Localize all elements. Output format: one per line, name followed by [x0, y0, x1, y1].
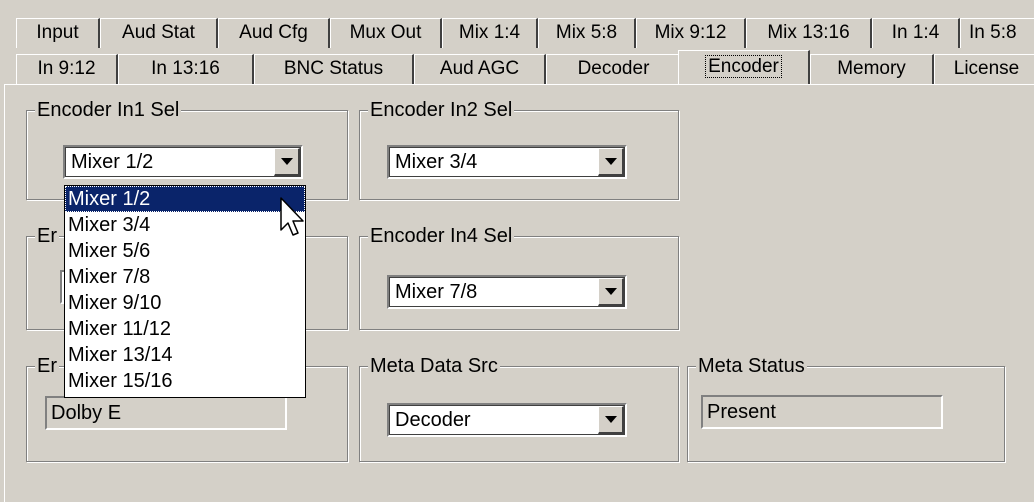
select-value: Mixer 7/8	[395, 281, 478, 303]
tab-in-9-12[interactable]: In 9:12	[16, 54, 118, 84]
select-value: Mixer 1/2	[71, 151, 154, 173]
dropdown-option[interactable]: Mixer 13/14	[65, 342, 305, 368]
dropdown-option[interactable]: Mixer 11/12	[65, 316, 305, 342]
chevron-down-icon	[605, 158, 617, 165]
group-title: Encoder In2 Sel	[368, 98, 515, 122]
arrow-cursor-icon	[280, 197, 304, 236]
meta-data-src-select[interactable]: Decoder	[387, 403, 627, 437]
encoder-format-field: Dolby E	[45, 396, 287, 430]
group-title: Er	[35, 354, 59, 378]
dropdown-option[interactable]: Mixer 3/4	[65, 212, 305, 238]
dropdown-option[interactable]: Mixer 9/10	[65, 290, 305, 316]
tab-decoder[interactable]: Decoder	[546, 54, 682, 84]
tab-aud-cfg[interactable]: Aud Cfg	[218, 18, 330, 48]
tab-in-1-4[interactable]: In 1:4	[872, 18, 960, 48]
group-title: Er	[35, 224, 59, 248]
tab-mux-out[interactable]: Mux Out	[330, 18, 442, 48]
select-value: Mixer 3/4	[395, 151, 478, 173]
group-title: Encoder In4 Sel	[368, 224, 515, 248]
encoder-in4-select[interactable]: Mixer 7/8	[387, 275, 627, 309]
chevron-down-icon	[605, 416, 617, 423]
dropdown-option[interactable]: Mixer 5/6	[65, 238, 305, 264]
dropdown-button[interactable]	[274, 148, 300, 176]
field-value: Present	[707, 401, 776, 423]
tab-mix-13-16[interactable]: Mix 13:16	[746, 18, 872, 48]
dropdown-button[interactable]	[598, 406, 624, 434]
dropdown-option[interactable]: Mixer 1/2	[65, 186, 305, 212]
tab-aud-stat[interactable]: Aud Stat	[100, 18, 218, 48]
chevron-down-icon	[281, 158, 293, 165]
dropdown-button[interactable]	[598, 278, 624, 306]
group-title: Meta Status	[696, 354, 807, 378]
field-value: Dolby E	[51, 402, 122, 424]
tab-mix-5-8[interactable]: Mix 5:8	[538, 18, 636, 48]
encoder-in2-select[interactable]: Mixer 3/4	[387, 145, 627, 179]
tab-encoder[interactable]: Encoder	[678, 50, 810, 84]
dropdown-option[interactable]: Mixer 15/16	[65, 368, 305, 394]
tab-in-5-8[interactable]: In 5:8	[960, 18, 1034, 48]
tab-in-13-16[interactable]: In 13:16	[118, 54, 254, 84]
group-title: Encoder In1 Sel	[35, 98, 182, 122]
encoder-in1-select[interactable]: Mixer 1/2	[63, 145, 303, 179]
select-value: Decoder	[395, 409, 471, 431]
tab-mix-1-4[interactable]: Mix 1:4	[442, 18, 538, 48]
dropdown-option[interactable]: Mixer 7/8	[65, 264, 305, 290]
encoder-in1-dropdown-list[interactable]: Mixer 1/2 Mixer 3/4 Mixer 5/6 Mixer 7/8 …	[64, 185, 306, 398]
tab-input[interactable]: Input	[16, 18, 100, 48]
tab-memory[interactable]: Memory	[810, 54, 934, 84]
group-title: Meta Data Src	[368, 354, 500, 378]
tab-aud-agc[interactable]: Aud AGC	[414, 54, 546, 84]
dropdown-button[interactable]	[598, 148, 624, 176]
tab-license[interactable]: License	[934, 54, 1034, 84]
tab-bnc-status[interactable]: BNC Status	[254, 54, 414, 84]
tab-mix-9-12[interactable]: Mix 9:12	[636, 18, 746, 48]
chevron-down-icon	[605, 288, 617, 295]
meta-status-field: Present	[701, 395, 943, 429]
